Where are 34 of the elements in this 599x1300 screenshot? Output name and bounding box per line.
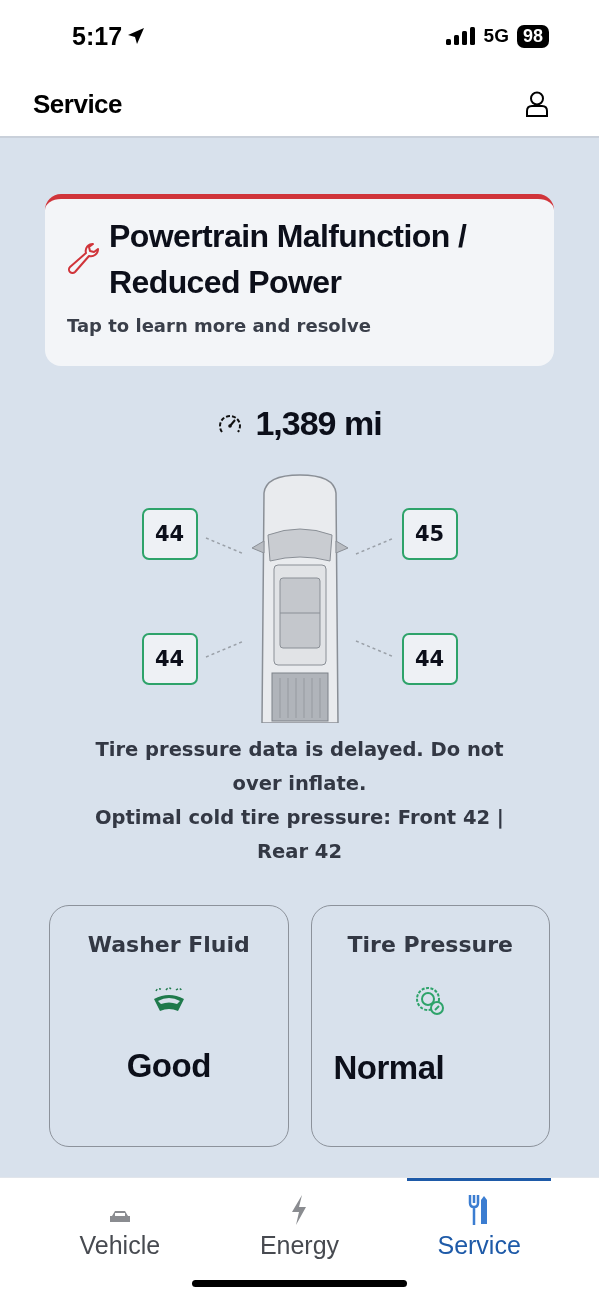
- wrench-icon: [65, 241, 101, 277]
- signal-icon: [445, 27, 476, 45]
- leader-line: [204, 639, 245, 658]
- leader-line: [354, 639, 395, 658]
- tire-pressure-reading: 44: [401, 632, 458, 685]
- card-value: Good: [126, 1047, 211, 1085]
- status-card[interactable]: Washer Fluid Good: [49, 905, 289, 1147]
- location-arrow-icon: [126, 26, 147, 46]
- nav-tab[interactable]: Service: [407, 1178, 552, 1266]
- alert-subtitle: Tap to learn more and resolve: [67, 315, 372, 336]
- card-value: Normal: [333, 1049, 445, 1087]
- profile-icon[interactable]: [525, 91, 549, 117]
- tire-gauge-icon: [414, 985, 447, 1017]
- tire-pressure-reading: 44: [141, 632, 198, 685]
- battery-level: 98: [516, 24, 549, 48]
- odometer-reading: 1,389 mi: [255, 404, 382, 443]
- alert-title: Powertrain Malfunction / Reduced Power: [109, 217, 468, 302]
- nav-tab[interactable]: Vehicle: [47, 1178, 192, 1266]
- status-time: 5:17: [72, 21, 123, 51]
- network-label: 5G: [483, 25, 509, 47]
- card-title: Washer Fluid: [87, 932, 250, 957]
- tire-pressure-reading: 44: [141, 507, 198, 560]
- car-icon: [108, 1209, 131, 1225]
- tire-pressure-note: Tire pressure data is delayed. Do not over inflate.: [94, 737, 505, 797]
- status-card[interactable]: Tire Pressure Normal: [310, 905, 550, 1147]
- leader-line: [354, 536, 395, 555]
- nav-tab[interactable]: Energy: [227, 1178, 372, 1266]
- page-title: Service: [33, 88, 123, 120]
- optimal-pressure-note: Optimal cold tire pressure: Front 42 | Rear 42: [94, 805, 505, 865]
- leader-line: [204, 536, 245, 555]
- card-title: Tire Pressure: [347, 932, 513, 957]
- lightning-icon: [290, 1195, 309, 1225]
- tire-pressure-reading: 45: [401, 507, 458, 560]
- alert-card[interactable]: Powertrain Malfunction / Reduced Power Tap to learn more and resolve: [45, 194, 554, 366]
